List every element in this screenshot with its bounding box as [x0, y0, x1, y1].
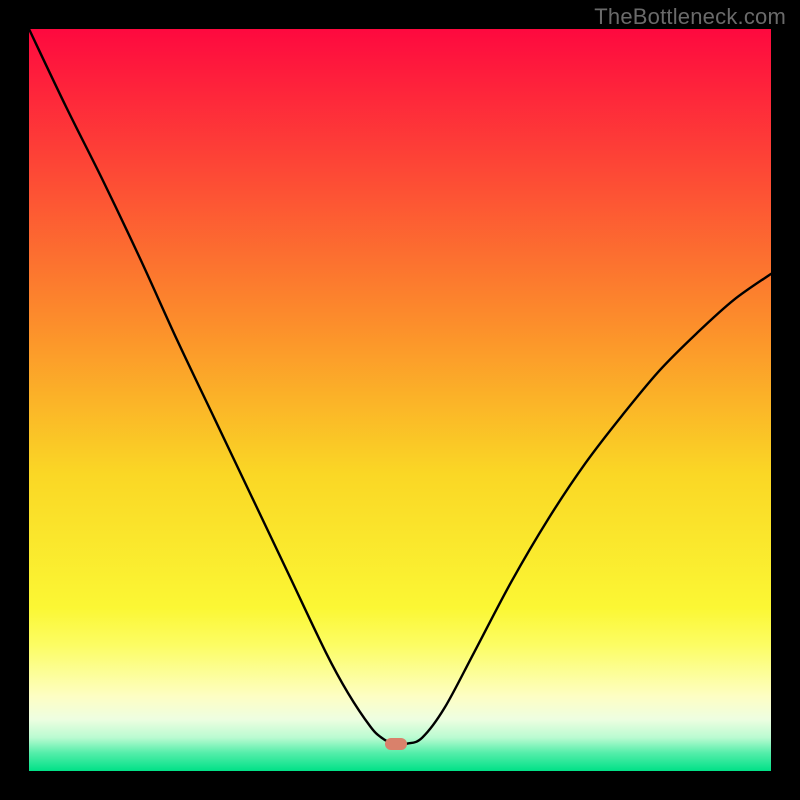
- optimal-marker: [385, 738, 407, 750]
- watermark-text: TheBottleneck.com: [594, 4, 786, 30]
- gradient-background: [29, 29, 771, 771]
- chart-frame: TheBottleneck.com: [0, 0, 800, 800]
- plot-svg: [29, 29, 771, 771]
- plot-area: [29, 29, 771, 771]
